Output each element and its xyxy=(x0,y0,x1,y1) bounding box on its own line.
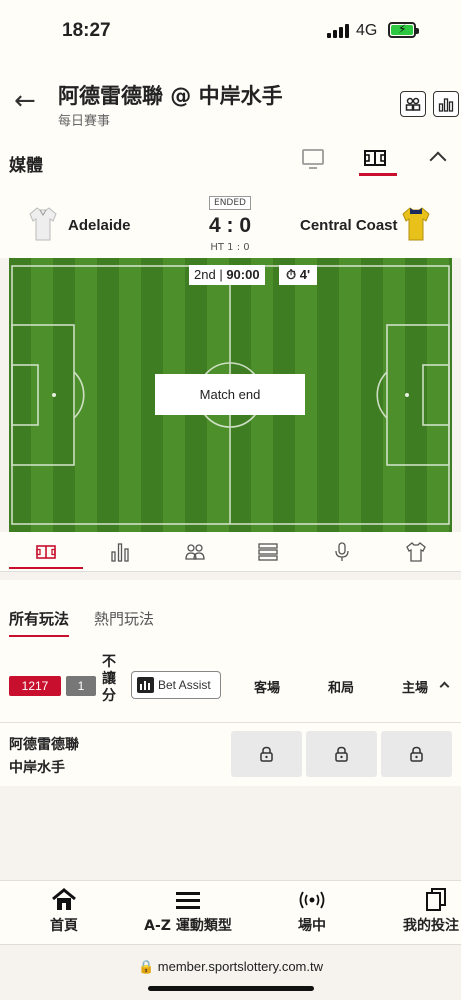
tab-standings[interactable] xyxy=(256,540,280,564)
stats-button[interactable] xyxy=(433,91,459,117)
collapse-market-icon[interactable] xyxy=(439,681,450,692)
lineup-button[interactable] xyxy=(400,91,426,117)
network-type: 4G xyxy=(356,22,378,39)
url-text[interactable]: 🔒 member.sportslottery.com.tw xyxy=(0,959,461,975)
nav-live[interactable]: 場中 xyxy=(290,887,334,935)
pitch-icon xyxy=(364,150,386,166)
column-away: 客場 xyxy=(254,681,281,696)
bottom-nav: 首頁 A-Z 運動類型 場中 我的投注 xyxy=(0,880,461,944)
score: 4 : 0 xyxy=(208,214,252,237)
scoreboard: Adelaide ENDED 4 : 0 HT 1 : 0 Central Co… xyxy=(0,190,461,258)
collapse-chevron-icon[interactable] xyxy=(429,151,447,169)
nav-sports-label: A-Z 運動類型 xyxy=(144,918,232,934)
table-icon xyxy=(258,543,278,561)
divider xyxy=(0,722,461,723)
column-draw: 和局 xyxy=(328,681,355,696)
media-label: 媒體 xyxy=(9,156,43,176)
stopwatch-icon: ⏱ xyxy=(285,267,297,282)
nav-my-bets[interactable]: 我的投注 xyxy=(403,887,461,935)
home-icon xyxy=(52,888,76,910)
tab-kits[interactable] xyxy=(404,540,428,564)
bar-chart-icon xyxy=(438,98,454,112)
nav-my-bets-label: 我的投注 xyxy=(403,918,459,934)
tab-pitch[interactable] xyxy=(359,146,397,176)
added-time: ⏱ 4' xyxy=(279,265,317,285)
nav-home[interactable]: 首頁 xyxy=(44,887,84,935)
status-time: 18:27 xyxy=(62,20,111,41)
halftime-score: HT 1 : 0 xyxy=(210,242,250,253)
period-label: 2nd xyxy=(194,267,216,282)
pitch-icon xyxy=(36,545,56,559)
back-arrow-icon[interactable]: ← xyxy=(14,88,36,114)
match-clock: 2nd | 90:00 xyxy=(189,265,265,285)
market-name: 不 讓 分 xyxy=(102,654,116,704)
nav-live-label: 場中 xyxy=(298,918,326,934)
players-icon xyxy=(185,544,205,560)
menu-icon xyxy=(176,892,200,909)
home-team-name: Adelaide xyxy=(68,217,131,234)
page-subtitle: 每日賽事 xyxy=(58,114,111,129)
jersey-icon xyxy=(406,542,426,562)
away-team-name: Central Coast xyxy=(300,217,398,234)
nav-sports[interactable]: A-Z 運動類型 xyxy=(140,887,236,935)
players-icon xyxy=(405,97,421,111)
away-jersey-icon xyxy=(402,207,430,241)
media-bar: 媒體 xyxy=(0,136,461,190)
added-time-value: 4' xyxy=(299,267,311,282)
lock-icon xyxy=(335,746,348,762)
browser-url-bar: 🔒 member.sportslottery.com.tw xyxy=(0,944,461,1000)
bet-assist-button[interactable]: Bet Assist xyxy=(131,671,221,699)
odds-button-draw[interactable] xyxy=(306,731,377,777)
lock-icon xyxy=(410,746,423,762)
battery-icon: ⚡ xyxy=(388,22,419,38)
home-indicator[interactable] xyxy=(148,986,314,991)
page-title: 阿德雷德聯 @ 中岸水手 xyxy=(58,84,283,108)
copy-bets-icon xyxy=(426,888,446,911)
live-broadcast-icon xyxy=(299,891,325,909)
pitch-subtabs xyxy=(0,532,461,572)
tab-popular-markets[interactable]: 熱門玩法 xyxy=(94,608,154,629)
page-header: ← 阿德雷德聯 @ 中岸水手 每日賽事 xyxy=(0,64,461,136)
tab-stats[interactable] xyxy=(108,540,132,564)
signal-icon xyxy=(327,24,349,38)
bar-chart-icon xyxy=(111,543,129,562)
event-id-badge: 1217 xyxy=(9,676,61,696)
betting-panel: 所有玩法 熱門玩法 1217 1 不 讓 分 Bet Assist 客場 和局 … xyxy=(0,580,461,786)
lock-icon xyxy=(260,746,273,762)
event-team-1: 阿德雷德聯 xyxy=(9,737,79,753)
tab-pitch-view[interactable] xyxy=(9,540,83,569)
microphone-icon xyxy=(335,542,349,561)
tv-icon xyxy=(302,149,324,169)
nav-home-label: 首頁 xyxy=(50,918,78,934)
odds-button-away[interactable] xyxy=(231,731,302,777)
odds-button-home[interactable] xyxy=(381,731,452,777)
match-status-badge: ENDED xyxy=(209,196,251,210)
bet-assist-icon xyxy=(137,677,154,693)
column-home: 主場 xyxy=(402,681,429,696)
clock-time: 90:00 xyxy=(226,267,260,282)
event-team-2: 中岸水手 xyxy=(9,760,65,776)
tab-commentary[interactable] xyxy=(330,540,354,564)
home-jersey-icon xyxy=(29,207,57,241)
tab-lineups[interactable] xyxy=(183,540,207,564)
match-pitch: 2nd | 90:00 ⏱ 4' Match end xyxy=(9,258,452,532)
lock-icon: 🔒 xyxy=(137,959,155,974)
bet-assist-label: Bet Assist xyxy=(158,678,211,692)
status-bar: 18:27 4G ⚡ xyxy=(0,0,461,64)
market-count-badge: 1 xyxy=(66,676,96,696)
match-end-overlay: Match end xyxy=(155,374,305,415)
tab-all-markets[interactable]: 所有玩法 xyxy=(9,608,70,637)
tab-video[interactable] xyxy=(300,146,330,176)
